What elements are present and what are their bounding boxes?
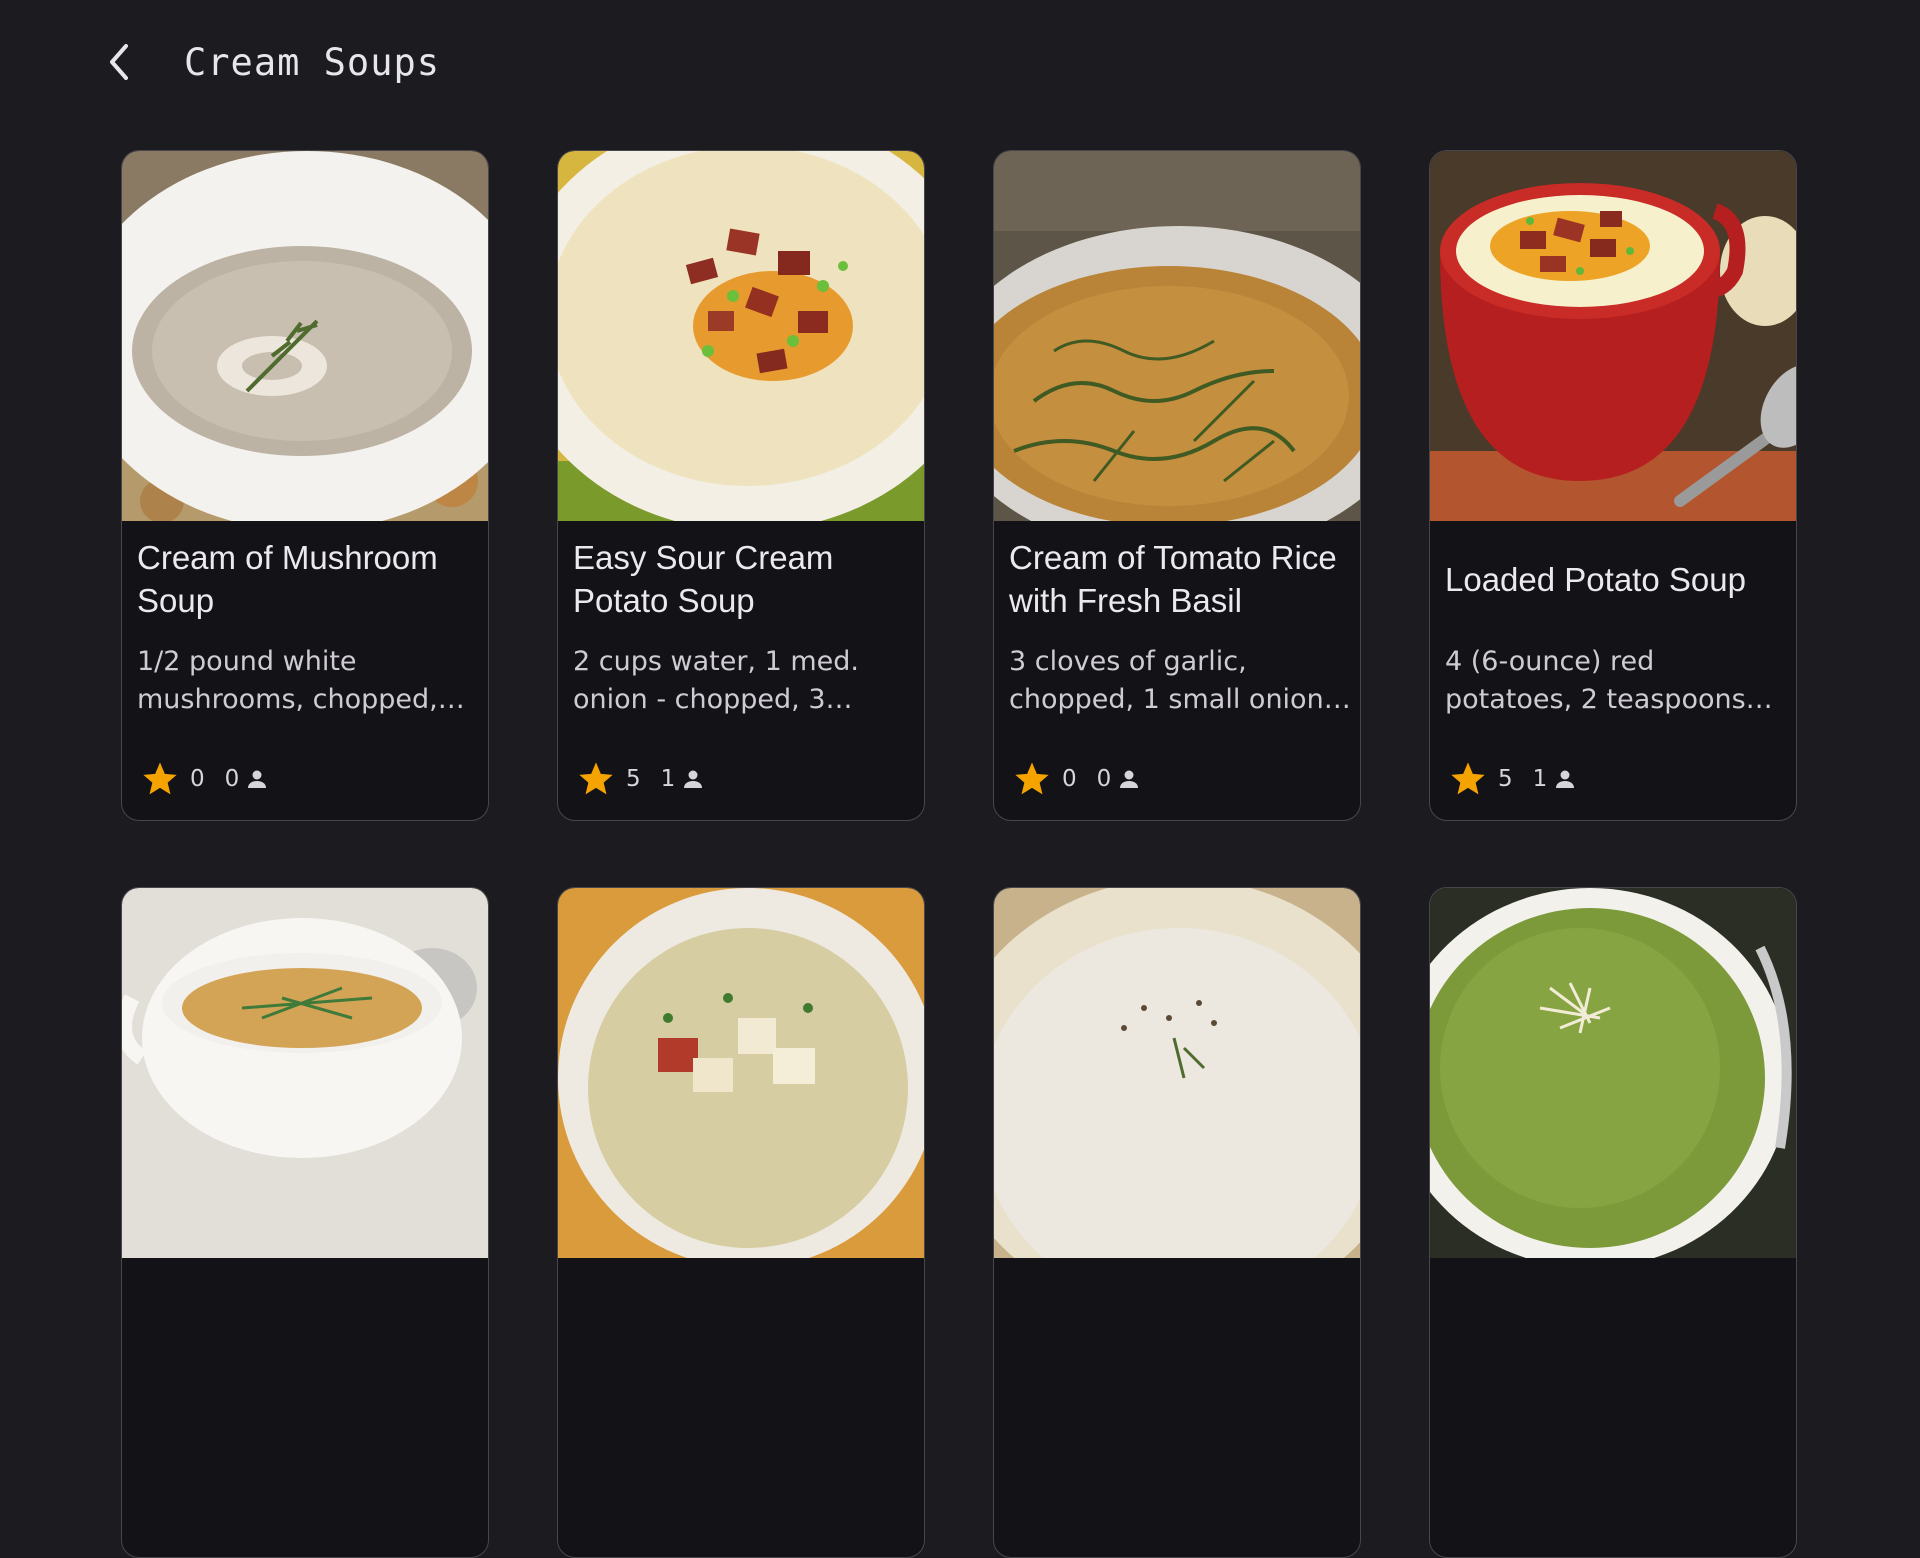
star-icon [579, 762, 613, 795]
recipe-stats: 0 0 [140, 756, 269, 802]
recipe-title: Loaded Potato Soup [1445, 560, 1746, 598]
recipe-card[interactable] [993, 887, 1361, 1558]
recipe-title [1009, 1268, 1349, 1364]
recipe-image [994, 151, 1360, 521]
recipe-stats: 0 0 [1012, 756, 1141, 802]
recipe-stats: 5 1 [1448, 756, 1577, 802]
person-icon [248, 770, 267, 788]
recipe-title: Easy Sour Cream Potato Soup [573, 539, 834, 619]
back-button[interactable] [96, 38, 144, 86]
recipe-card[interactable] [1429, 887, 1797, 1558]
recipe-card[interactable]: Cream of Tomato Rice with Fresh Basil 3 … [993, 150, 1361, 821]
recipe-ingredients: 2 cups water, 1 med. onion - chopped, 3 … [573, 646, 859, 715]
recipe-card[interactable] [557, 887, 925, 1558]
rating-value: 0 [1062, 766, 1077, 792]
recipe-grid: Cream of Mushroom Soup 1/2 pound white m… [121, 150, 1799, 1558]
recipe-image [122, 151, 488, 521]
recipe-ingredients: 4 (6-ounce) red potatoes, 2 teaspoons ol… [1445, 646, 1746, 715]
recipe-image [1430, 151, 1796, 521]
recipe-title [137, 1268, 477, 1364]
ratings-count: 0 [1096, 766, 1112, 792]
recipe-image [122, 888, 488, 1258]
recipe-title: Cream of Mushroom Soup [137, 539, 438, 619]
recipe-image [558, 151, 924, 521]
recipe-card[interactable] [121, 887, 489, 1558]
rating-value: 0 [190, 766, 205, 792]
ratings-count: 1 [660, 766, 676, 792]
star-icon [143, 762, 177, 795]
person-icon [1556, 770, 1575, 788]
recipe-ingredients: 3 cloves of garlic, chopped, 1 small oni… [1009, 646, 1333, 715]
recipe-card[interactable]: Cream of Mushroom Soup 1/2 pound white m… [121, 150, 489, 821]
recipe-image [558, 888, 924, 1258]
star-icon [1015, 762, 1049, 795]
person-icon [1120, 770, 1139, 788]
recipe-image [994, 888, 1360, 1258]
recipe-ingredients: 1/2 pound white mushrooms, chopped, 1... [137, 646, 438, 715]
page-title: Cream Soups [184, 41, 441, 84]
rating-value: 5 [1498, 766, 1513, 792]
ratings-count: 1 [1532, 766, 1548, 792]
recipe-card[interactable]: Loaded Potato Soup 4 (6-ounce) red potat… [1429, 150, 1797, 821]
recipe-title [573, 1268, 913, 1364]
arrow-back-icon [110, 44, 128, 80]
recipe-card[interactable]: Easy Sour Cream Potato Soup 2 cups water… [557, 150, 925, 821]
recipe-title [1445, 1268, 1785, 1364]
rating-value: 5 [626, 766, 641, 792]
recipe-title: Cream of Tomato Rice with Fresh Basil [1009, 539, 1337, 619]
top-bar: Cream Soups [0, 0, 1920, 130]
recipe-stats: 5 1 [576, 756, 705, 802]
person-icon [684, 770, 703, 788]
recipe-image [1430, 888, 1796, 1258]
ratings-count: 0 [224, 766, 240, 792]
star-icon [1451, 762, 1485, 795]
